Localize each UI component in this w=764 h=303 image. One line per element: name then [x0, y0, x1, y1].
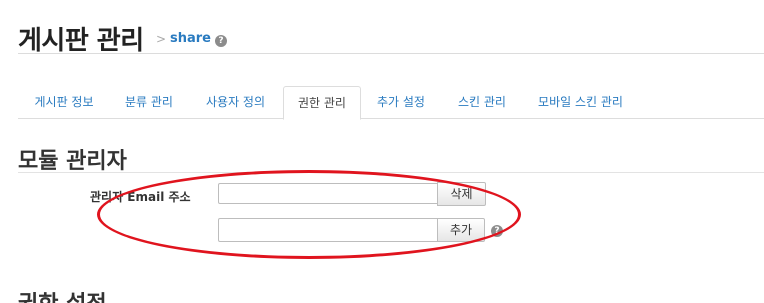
permissions-section-title: 권한 설정 [18, 286, 107, 303]
new-admin-email-field[interactable] [218, 218, 438, 242]
page-header: 게시판 관리 > share ? [18, 16, 764, 56]
tab-skin[interactable]: 스킨 관리 [441, 86, 523, 119]
board-admin-page: 게시판 관리 > share ? 게시판 정보 분류 관리 사용자 정의 권한 … [0, 0, 764, 303]
page-title: 게시판 관리 [18, 26, 144, 56]
tab-category[interactable]: 분류 관리 [110, 86, 188, 119]
help-icon[interactable]: ? [491, 225, 503, 237]
add-admin-button[interactable]: 추가 [437, 218, 485, 242]
tab-board-info[interactable]: 게시판 정보 [18, 86, 110, 119]
help-icon[interactable]: ? [215, 35, 227, 47]
admin-email-label: 관리자 Email 주소 [90, 190, 191, 204]
tab-mobile-skin[interactable]: 모바일 스킨 관리 [523, 86, 638, 119]
module-link-share[interactable]: share [170, 31, 211, 46]
tab-permissions[interactable]: 권한 관리 [283, 86, 361, 120]
delete-admin-button[interactable]: 삭제 [437, 182, 486, 206]
settings-tabs: 게시판 정보 분류 관리 사용자 정의 권한 관리 추가 설정 스킨 관리 모바… [18, 86, 764, 120]
tab-extra-vars[interactable]: 사용자 정의 [188, 86, 283, 119]
breadcrumb-separator: > [156, 32, 167, 46]
tab-additional-settings[interactable]: 추가 설정 [361, 86, 441, 119]
existing-admin-email-field[interactable] [218, 183, 438, 204]
module-admin-section-title: 모듈 관리자 [18, 143, 764, 174]
